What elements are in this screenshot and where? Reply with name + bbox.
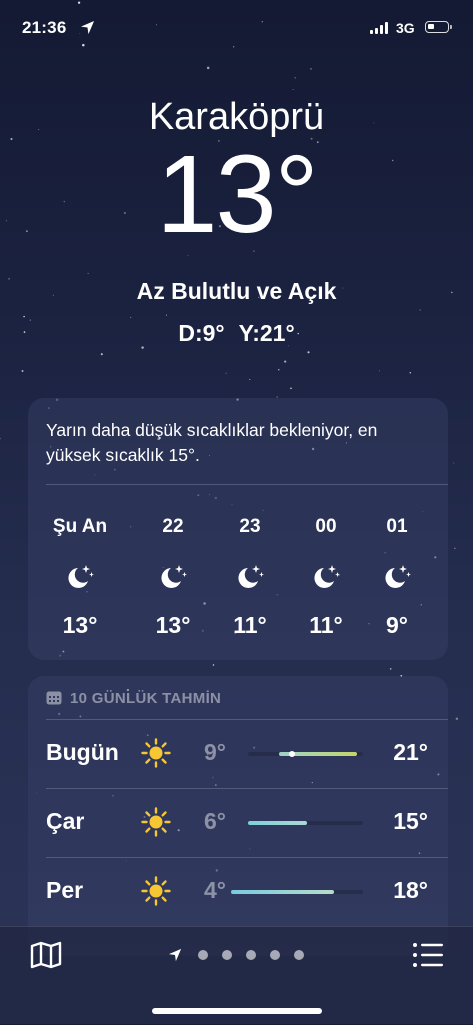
low-temperature: 6° <box>204 808 226 834</box>
moon-stars-icon <box>157 562 189 592</box>
home-indicator[interactable] <box>152 1008 322 1014</box>
hour-temperature: 11° <box>233 612 267 638</box>
daily-header: 10 GÜNLÜK TAHMİN <box>46 690 221 707</box>
moon-stars-icon <box>310 562 342 592</box>
hourly-item: Şu An 13° <box>45 516 115 639</box>
hour-temperature: 9° <box>386 612 408 638</box>
page-dot[interactable] <box>294 950 304 960</box>
daily-row[interactable]: Bugün 9° 21° <box>28 719 448 787</box>
current-temperature: 13° <box>156 133 318 256</box>
hour-label: 23 <box>239 516 261 537</box>
low-high: D:9° Y:21° <box>0 320 473 347</box>
high-temperature: 15° <box>393 808 428 834</box>
calendar-icon <box>46 691 62 705</box>
current-temp-dot <box>288 751 295 757</box>
temperature-range-fill <box>248 821 307 825</box>
low-temperature: D:9° <box>178 320 225 346</box>
hour-temperature: 13° <box>62 612 98 638</box>
temperature-range-bar <box>248 821 363 825</box>
day-label: Per <box>46 877 84 903</box>
temperature-range-fill <box>230 890 335 894</box>
page-dot[interactable] <box>198 950 208 960</box>
location-arrow-icon <box>80 20 95 35</box>
daily-row[interactable]: Per 4° 18° <box>28 857 448 925</box>
moon-stars-icon <box>381 562 413 592</box>
high-temperature: 21° <box>393 739 428 765</box>
low-temperature: 4° <box>204 877 226 903</box>
hourly-item: 00 11° <box>291 516 361 639</box>
condition-text: Az Bulutlu ve Açık <box>136 278 337 304</box>
hourly-item: 23 11° <box>215 516 285 639</box>
hourly-item: 01 9° <box>362 516 432 639</box>
low-temperature: 9° <box>204 739 226 765</box>
day-label: Çar <box>46 808 85 834</box>
forecast-summary: Yarın daha düşük sıcaklıklar bekleniyor,… <box>46 420 378 465</box>
hourly-forecast-card[interactable]: Yarın daha düşük sıcaklıklar bekleniyor,… <box>28 398 448 660</box>
daily-row[interactable]: Çar 6° 15° <box>28 788 448 856</box>
location-arrow-icon <box>168 948 182 962</box>
hour-label: 00 <box>315 516 337 537</box>
page-dot[interactable] <box>270 950 280 960</box>
sun-icon <box>141 876 171 906</box>
divider <box>46 719 448 720</box>
network-type: 3G <box>396 20 415 36</box>
status-time: 21:36 <box>22 18 67 37</box>
moon-stars-icon <box>234 562 266 592</box>
hour-temperature: 13° <box>155 612 191 638</box>
divider <box>46 857 448 858</box>
temperature-range-bar <box>248 751 363 757</box>
bottom-toolbar <box>0 926 473 1025</box>
temperature-range-bar <box>230 890 363 894</box>
map-icon[interactable] <box>30 941 62 969</box>
battery-icon <box>425 21 452 33</box>
moon-stars-icon <box>64 562 96 592</box>
divider <box>46 484 448 485</box>
high-temperature: Y:21° <box>238 320 295 346</box>
divider <box>46 788 448 789</box>
status-bar: 21:36 3G <box>0 0 473 58</box>
page-dot[interactable] <box>246 950 256 960</box>
list-icon[interactable] <box>412 941 444 969</box>
hourly-item: 22 13° <box>138 516 208 639</box>
hour-label: 01 <box>386 516 408 537</box>
sun-icon <box>141 738 171 768</box>
daily-forecast-card[interactable]: 10 GÜNLÜK TAHMİN Bugün 9° 21° Çar 6° 15° Per 4°… <box>28 676 448 956</box>
hour-label: 22 <box>162 516 184 537</box>
daily-title: 10 GÜNLÜK TAHMİN <box>70 690 222 707</box>
sun-icon <box>141 807 171 837</box>
high-temperature: 18° <box>393 877 428 903</box>
page-dot[interactable] <box>222 950 232 960</box>
hour-temperature: 11° <box>309 612 343 638</box>
day-label: Bugün <box>46 739 119 765</box>
hour-label: Şu An <box>52 516 108 537</box>
